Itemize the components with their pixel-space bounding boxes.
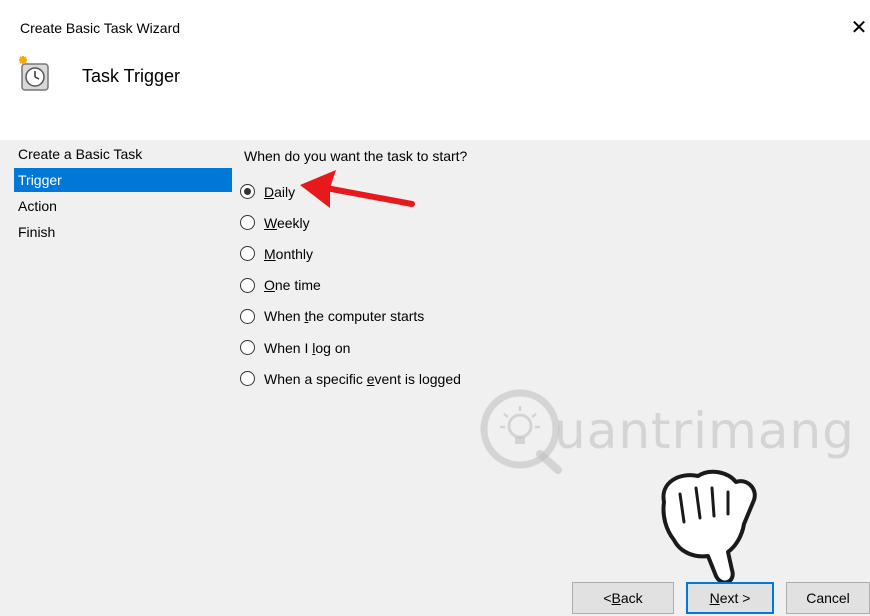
close-icon[interactable]: ✕ bbox=[848, 14, 870, 40]
option-label: One time bbox=[264, 277, 321, 294]
option-label: When I log on bbox=[264, 339, 351, 356]
radio-event-logged[interactable]: When a specific event is logged bbox=[240, 363, 461, 394]
option-label: Daily bbox=[264, 183, 296, 200]
radio-monthly[interactable]: Monthly bbox=[240, 238, 461, 269]
radio-button[interactable] bbox=[240, 308, 255, 324]
nav-step-finish[interactable]: Finish bbox=[14, 220, 232, 244]
nav-step-trigger[interactable]: Trigger bbox=[14, 168, 232, 192]
option-label: When the computer starts bbox=[264, 308, 425, 325]
radio-button[interactable] bbox=[240, 215, 255, 231]
wizard-steps-nav: Create a Basic Task Trigger Action Finis… bbox=[14, 142, 232, 246]
page-title: Task Trigger bbox=[82, 66, 181, 86]
task-scheduler-clock-icon bbox=[19, 56, 49, 91]
radio-one-time[interactable]: One time bbox=[240, 270, 461, 301]
radio-button[interactable] bbox=[240, 371, 255, 387]
option-label: When a specific event is logged bbox=[264, 370, 461, 387]
option-label: Weekly bbox=[264, 214, 310, 231]
trigger-question: When do you want the task to start? bbox=[244, 148, 468, 164]
window-title: Create Basic Task Wizard bbox=[20, 20, 181, 36]
pointing-hand-icon bbox=[661, 469, 757, 585]
radio-button-checked[interactable] bbox=[240, 184, 255, 200]
nav-step-action[interactable]: Action bbox=[14, 194, 232, 218]
wizard-header: Create Basic Task Wizard ✕ Task Trigger bbox=[0, 0, 870, 140]
annotation-arrow-icon bbox=[300, 170, 415, 208]
radio-button[interactable] bbox=[240, 277, 255, 293]
radio-log-on[interactable]: When I log on bbox=[240, 332, 461, 363]
back-button[interactable]: < Back bbox=[572, 582, 674, 614]
option-label: Monthly bbox=[264, 245, 314, 262]
nav-step-create-basic-task[interactable]: Create a Basic Task bbox=[14, 142, 232, 166]
cancel-button[interactable]: Cancel bbox=[786, 582, 870, 614]
next-button[interactable]: Next > bbox=[686, 582, 774, 614]
radio-computer-starts[interactable]: When the computer starts bbox=[240, 301, 461, 332]
radio-button[interactable] bbox=[240, 340, 255, 356]
radio-button[interactable] bbox=[240, 246, 255, 262]
watermark-text: uantrimang bbox=[554, 402, 855, 460]
